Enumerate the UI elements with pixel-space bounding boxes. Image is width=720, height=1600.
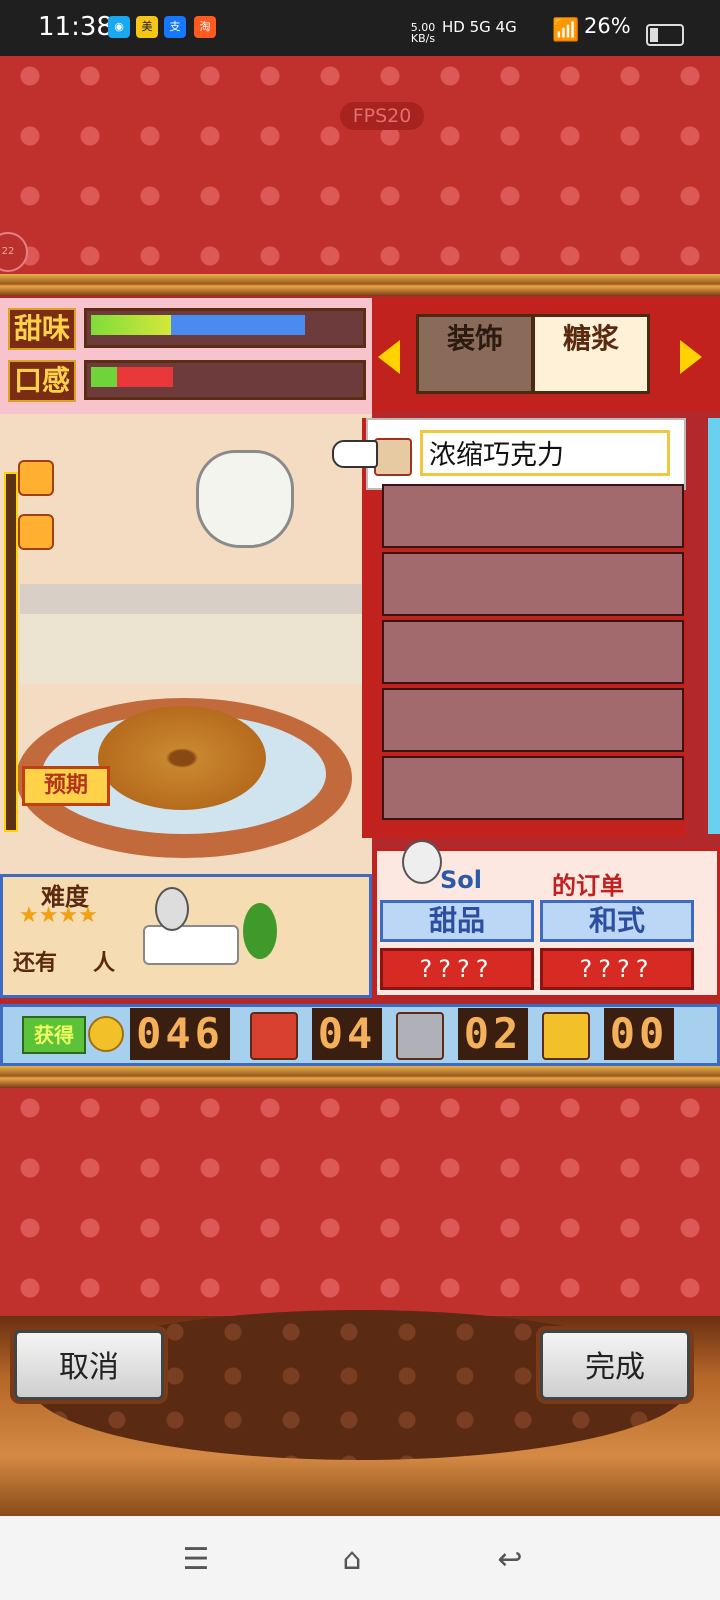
texture-bar-red: [117, 367, 173, 387]
order-title: 的订单: [552, 872, 624, 900]
silver-chest-count: 02: [458, 1008, 528, 1060]
qq-icon: ◉: [108, 16, 130, 38]
texture-bar-green: [91, 367, 117, 387]
difficulty-stars: ★★★★: [19, 903, 98, 928]
done-button[interactable]: 完成: [540, 1330, 690, 1400]
gold-border-bottom: [0, 1066, 720, 1088]
ingredient-slot[interactable]: [382, 756, 684, 820]
sweetness-bar: [84, 308, 366, 348]
status-bar: 11:38 ◉ 美 支 淘 5.00 KB/s HD 5G 4G 📶 26%: [0, 0, 720, 56]
ingredient-name[interactable]: 浓缩巧克力: [420, 430, 670, 476]
customer-image: [155, 887, 189, 931]
battery-percent: 26%: [584, 14, 631, 38]
category-panel: 装饰 糖浆: [372, 298, 720, 412]
alipay-icon: 支: [164, 16, 186, 38]
signal-labels: HD 5G 4G: [442, 18, 517, 36]
fps-counter: FPS20: [340, 102, 424, 130]
ingredient-slot[interactable]: [382, 620, 684, 684]
pointer-hand-icon: [332, 440, 378, 468]
unknown-requirement: ????: [380, 948, 534, 990]
cancel-button[interactable]: 取消: [14, 1330, 164, 1400]
progress-meter: [4, 472, 18, 832]
donut-image: [98, 706, 266, 810]
tab-sauce[interactable]: 糖浆: [532, 314, 650, 394]
cabinet: [20, 614, 372, 684]
clock: 11:38: [38, 12, 113, 42]
wifi-icon: 📶: [552, 18, 580, 43]
net-speed: 5.00 KB/s: [410, 21, 436, 45]
category-japanese: 和式: [540, 900, 694, 942]
silver-chest-icon: [396, 1012, 444, 1060]
gold-chest-icon: [542, 1012, 590, 1060]
tab-decoration[interactable]: 装饰: [416, 314, 534, 394]
smile-face-icon: [18, 514, 54, 550]
gold-chest-count: 00: [604, 1008, 674, 1060]
plant-icon: [243, 903, 277, 959]
unknown-requirement: ????: [540, 948, 694, 990]
stats-panel: 甜味 口感: [0, 298, 372, 414]
coin-label: 获得: [22, 1016, 86, 1054]
home-icon[interactable]: ⌂: [332, 1540, 372, 1580]
difficulty-panel: 难度 ★★★★ 还有 人: [0, 874, 372, 998]
sweetness-bar-green: [91, 315, 171, 335]
ingredient-slot[interactable]: [382, 688, 684, 752]
happy-face-icon: [18, 460, 54, 496]
gold-border-top: [0, 274, 720, 296]
ingredient-slot[interactable]: [382, 484, 684, 548]
people-prefix: 还有: [13, 951, 58, 976]
back-icon[interactable]: ↩: [490, 1540, 530, 1580]
expected-label: 预期: [22, 766, 110, 806]
pitcher-image: [196, 450, 294, 548]
coin-count: 046: [130, 1008, 230, 1060]
bottom-background: [0, 1088, 720, 1316]
battery-icon: [646, 24, 684, 46]
sweetness-bar-blue: [171, 315, 305, 335]
table-image: [143, 925, 239, 965]
top-background: [0, 56, 720, 276]
red-chest-icon: [250, 1012, 298, 1060]
red-chest-count: 04: [312, 1008, 382, 1060]
texture-bar: [84, 360, 366, 400]
ingredient-slot[interactable]: [382, 552, 684, 616]
sweetness-label: 甜味: [8, 308, 76, 350]
kitchen-scene: 预期: [0, 414, 372, 874]
taobao-icon: 淘: [194, 16, 216, 38]
customer-avatar: [402, 840, 442, 884]
panel-edge: [708, 418, 720, 834]
bottle-icon: [374, 438, 412, 476]
texture-label: 口感: [8, 360, 76, 402]
meituan-icon: 美: [136, 16, 158, 38]
category-dessert: 甜品: [380, 900, 534, 942]
coin-icon: [88, 1016, 124, 1052]
arrow-left-icon[interactable]: [378, 340, 400, 374]
arrow-right-icon[interactable]: [680, 340, 702, 374]
people-suffix: 人: [93, 951, 116, 976]
menu-icon[interactable]: ☰: [176, 1540, 216, 1580]
battery-level: [650, 28, 658, 42]
